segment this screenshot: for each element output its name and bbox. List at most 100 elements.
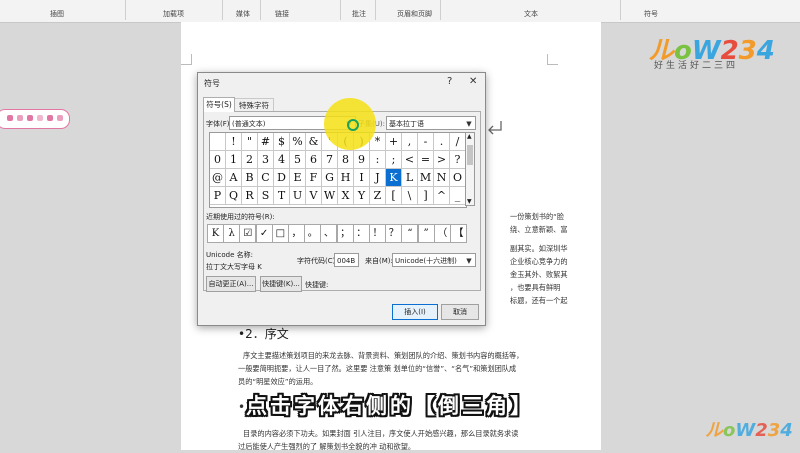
from-select[interactable]: Unicode(十六进制) ▼: [392, 253, 476, 267]
symbol-cell[interactable]: +: [386, 133, 402, 151]
symbol-cell[interactable]: /: [450, 133, 466, 151]
symbol-cell[interactable]: O: [450, 169, 466, 187]
symbol-cell[interactable]: _: [450, 187, 466, 205]
symbol-cell[interactable]: B: [242, 169, 258, 187]
symbol-cell[interactable]: Y: [354, 187, 370, 205]
chevron-down-icon[interactable]: ▼: [463, 254, 475, 266]
symbol-cell[interactable]: !: [226, 133, 242, 151]
symbol-cell[interactable]: U: [290, 187, 306, 205]
ribbon-group-comments[interactable]: 批注: [352, 9, 366, 19]
symbol-cell[interactable]: &: [306, 133, 322, 151]
symbol-cell[interactable]: %: [290, 133, 306, 151]
recent-symbol-cell[interactable]: ？: [385, 224, 403, 243]
recent-symbol-cell[interactable]: ：: [352, 224, 370, 243]
symbol-cell[interactable]: 7: [322, 151, 338, 169]
symbol-cell[interactable]: 6: [306, 151, 322, 169]
recent-symbol-cell[interactable]: ，: [288, 224, 305, 243]
symbol-cell[interactable]: 0: [210, 151, 226, 169]
symbol-cell[interactable]: S: [258, 187, 274, 205]
symbol-cell[interactable]: M: [418, 169, 434, 187]
pen-icon[interactable]: [7, 115, 13, 121]
ribbon-group-media[interactable]: 媒体: [236, 9, 250, 19]
symbol-cell[interactable]: .: [434, 133, 450, 151]
symbol-cell[interactable]: >: [434, 151, 450, 169]
recent-symbols-row[interactable]: Kλ ☑ ✓ □，。、；：！？ “” （【: [207, 224, 467, 243]
recent-symbol-cell[interactable]: ✓: [255, 224, 273, 243]
symbol-cell[interactable]: 5: [290, 151, 306, 169]
eraser-icon[interactable]: [27, 115, 33, 121]
symbol-cell[interactable]: P: [210, 187, 226, 205]
symbol-cell[interactable]: T: [274, 187, 290, 205]
char-code-input[interactable]: 004B: [334, 253, 359, 267]
recent-symbol-cell[interactable]: ”: [417, 224, 435, 243]
symbol-cell[interactable]: 2: [242, 151, 258, 169]
symbol-cell[interactable]: Z: [370, 187, 386, 205]
recent-symbol-cell[interactable]: （: [433, 224, 451, 243]
chevron-down-icon[interactable]: ▼: [463, 117, 475, 129]
cancel-button[interactable]: 取消: [441, 304, 479, 320]
symbol-cell[interactable]: G: [322, 169, 338, 187]
recent-symbol-cell[interactable]: “: [401, 224, 419, 243]
symbol-cell[interactable]: 9: [354, 151, 370, 169]
ribbon-group-text[interactable]: 文本: [524, 9, 538, 19]
symbol-cell[interactable]: 4: [274, 151, 290, 169]
recent-symbol-cell[interactable]: ！: [369, 224, 386, 243]
symbol-cell[interactable]: J: [370, 169, 386, 187]
symbol-cell[interactable]: <: [402, 151, 418, 169]
symbol-cell[interactable]: 8: [338, 151, 354, 169]
symbol-cell[interactable]: ?: [450, 151, 466, 169]
symbol-cell[interactable]: D: [274, 169, 290, 187]
symbol-cell[interactable]: -: [418, 133, 434, 151]
recent-symbol-cell[interactable]: 【: [450, 224, 467, 243]
symbol-cell[interactable]: I: [354, 169, 370, 187]
symbol-cell[interactable]: $: [274, 133, 290, 151]
ribbon-group-header-footer[interactable]: 页眉和页脚: [397, 9, 432, 19]
symbol-cell[interactable]: =: [418, 151, 434, 169]
scroll-thumb[interactable]: [467, 145, 473, 165]
tab-symbols[interactable]: 符号(S): [203, 97, 235, 112]
scroll-up-icon[interactable]: ▲: [467, 133, 472, 140]
symbol-cell[interactable]: [210, 133, 226, 151]
shape-icon[interactable]: [37, 115, 43, 121]
recent-symbol-cell[interactable]: ；: [336, 224, 354, 243]
recent-symbol-cell[interactable]: □: [271, 224, 289, 243]
floating-tool-strip[interactable]: [0, 109, 70, 129]
symbol-cell[interactable]: W: [322, 187, 338, 205]
symbol-cell[interactable]: A: [226, 169, 242, 187]
scroll-down-icon[interactable]: ▼: [467, 198, 472, 205]
highlighter-icon[interactable]: [17, 115, 23, 121]
symbol-cell[interactable]: \: [402, 187, 418, 205]
recent-symbol-cell[interactable]: 。: [304, 224, 322, 243]
shortcut-key-button[interactable]: 快捷键(K)...: [260, 276, 302, 292]
ribbon-group-illustrations[interactable]: 插图: [50, 9, 64, 19]
symbol-cell[interactable]: Q: [226, 187, 242, 205]
symbol-cell[interactable]: :: [370, 151, 386, 169]
symbol-grid-scrollbar[interactable]: ▲ ▼: [465, 132, 475, 206]
symbol-cell[interactable]: L: [402, 169, 418, 187]
symbol-cell[interactable]: ]: [418, 187, 434, 205]
symbol-cell[interactable]: X: [338, 187, 354, 205]
recent-symbol-cell[interactable]: 、: [320, 224, 338, 243]
symbol-cell[interactable]: K: [386, 169, 402, 187]
symbol-cell[interactable]: @: [210, 169, 226, 187]
subset-select[interactable]: 基本拉丁语 ▼: [386, 116, 476, 130]
ribbon-group-symbols[interactable]: 符号: [644, 9, 658, 19]
symbol-cell[interactable]: [: [386, 187, 402, 205]
ribbon-group-addins[interactable]: 加载项: [163, 9, 184, 19]
recent-symbol-cell[interactable]: λ: [223, 224, 241, 243]
tools-icon[interactable]: [57, 115, 63, 121]
symbol-cell[interactable]: V: [306, 187, 322, 205]
recent-symbol-cell[interactable]: ☑: [239, 224, 257, 243]
symbol-cell[interactable]: #: [258, 133, 274, 151]
insert-button[interactable]: 插入(I): [392, 304, 438, 320]
autocorrect-button[interactable]: 自动更正(A)...: [206, 276, 256, 292]
help-icon[interactable]: ?: [447, 76, 452, 87]
ribbon-group-links[interactable]: 链接: [275, 9, 289, 19]
symbol-cell[interactable]: ": [242, 133, 258, 151]
symbol-cell[interactable]: E: [290, 169, 306, 187]
symbol-cell[interactable]: ,: [402, 133, 418, 151]
symbol-cell[interactable]: F: [306, 169, 322, 187]
symbol-cell[interactable]: N: [434, 169, 450, 187]
symbol-cell[interactable]: ^: [434, 187, 450, 205]
close-icon[interactable]: ✕: [469, 76, 477, 87]
